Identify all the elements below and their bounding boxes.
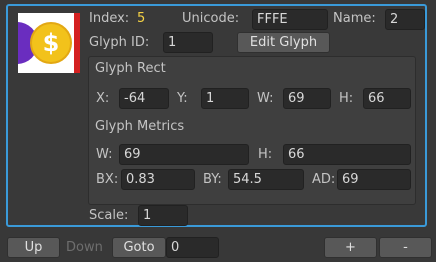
add-glyph-button[interactable]: + (324, 237, 377, 258)
yellow-coin-icon: $ (30, 22, 72, 64)
scale-field[interactable]: 1 (138, 205, 188, 226)
glyph-metrics-heading: Glyph Metrics (95, 119, 185, 134)
goto-field[interactable]: 0 (166, 237, 219, 258)
metrics-h-field[interactable]: 66 (283, 144, 411, 165)
rect-y-field[interactable]: 1 (201, 88, 249, 109)
red-bar-icon (74, 13, 80, 73)
metrics-bx-field[interactable]: 0.83 (121, 169, 195, 190)
up-button[interactable]: Up (7, 237, 60, 258)
rect-h-label: H: (339, 91, 354, 106)
metrics-bx-label: BX: (96, 172, 119, 187)
metrics-ad-field[interactable]: 69 (337, 169, 411, 190)
scale-label: Scale: (89, 208, 129, 223)
metrics-by-label: BY: (203, 172, 222, 187)
metrics-w-label: W: (96, 147, 113, 162)
metrics-ad-label: AD: (312, 172, 336, 187)
unicode-field[interactable]: FFFE (252, 9, 328, 30)
rect-w-field[interactable]: 69 (283, 88, 331, 109)
glyph-thumbnail: $ (18, 13, 80, 73)
edit-glyph-button[interactable]: Edit Glyph (237, 32, 330, 53)
glyph-rect-heading: Glyph Rect (95, 61, 166, 76)
rect-h-field[interactable]: 66 (363, 88, 411, 109)
goto-button[interactable]: Goto (112, 237, 166, 258)
metrics-h-label: H: (258, 147, 273, 162)
rect-x-field[interactable]: -64 (119, 88, 169, 109)
unicode-label: Unicode: (182, 11, 240, 26)
rect-w-label: W: (257, 91, 274, 106)
name-label: Name: (333, 11, 376, 26)
down-button[interactable]: Down (66, 240, 103, 255)
index-value: 5 (137, 11, 146, 26)
remove-glyph-button[interactable]: - (379, 237, 432, 258)
rect-y-label: Y: (177, 91, 188, 106)
glyph-id-label: Glyph ID: (89, 35, 150, 50)
glyph-id-field[interactable]: 1 (163, 32, 213, 53)
metrics-w-field[interactable]: 69 (119, 144, 249, 165)
metrics-by-field[interactable]: 54.5 (228, 169, 304, 190)
name-field[interactable]: 2 (385, 9, 425, 30)
coin-symbol: $ (42, 29, 60, 57)
index-label: Index: (89, 11, 130, 26)
rect-x-label: X: (96, 91, 110, 106)
